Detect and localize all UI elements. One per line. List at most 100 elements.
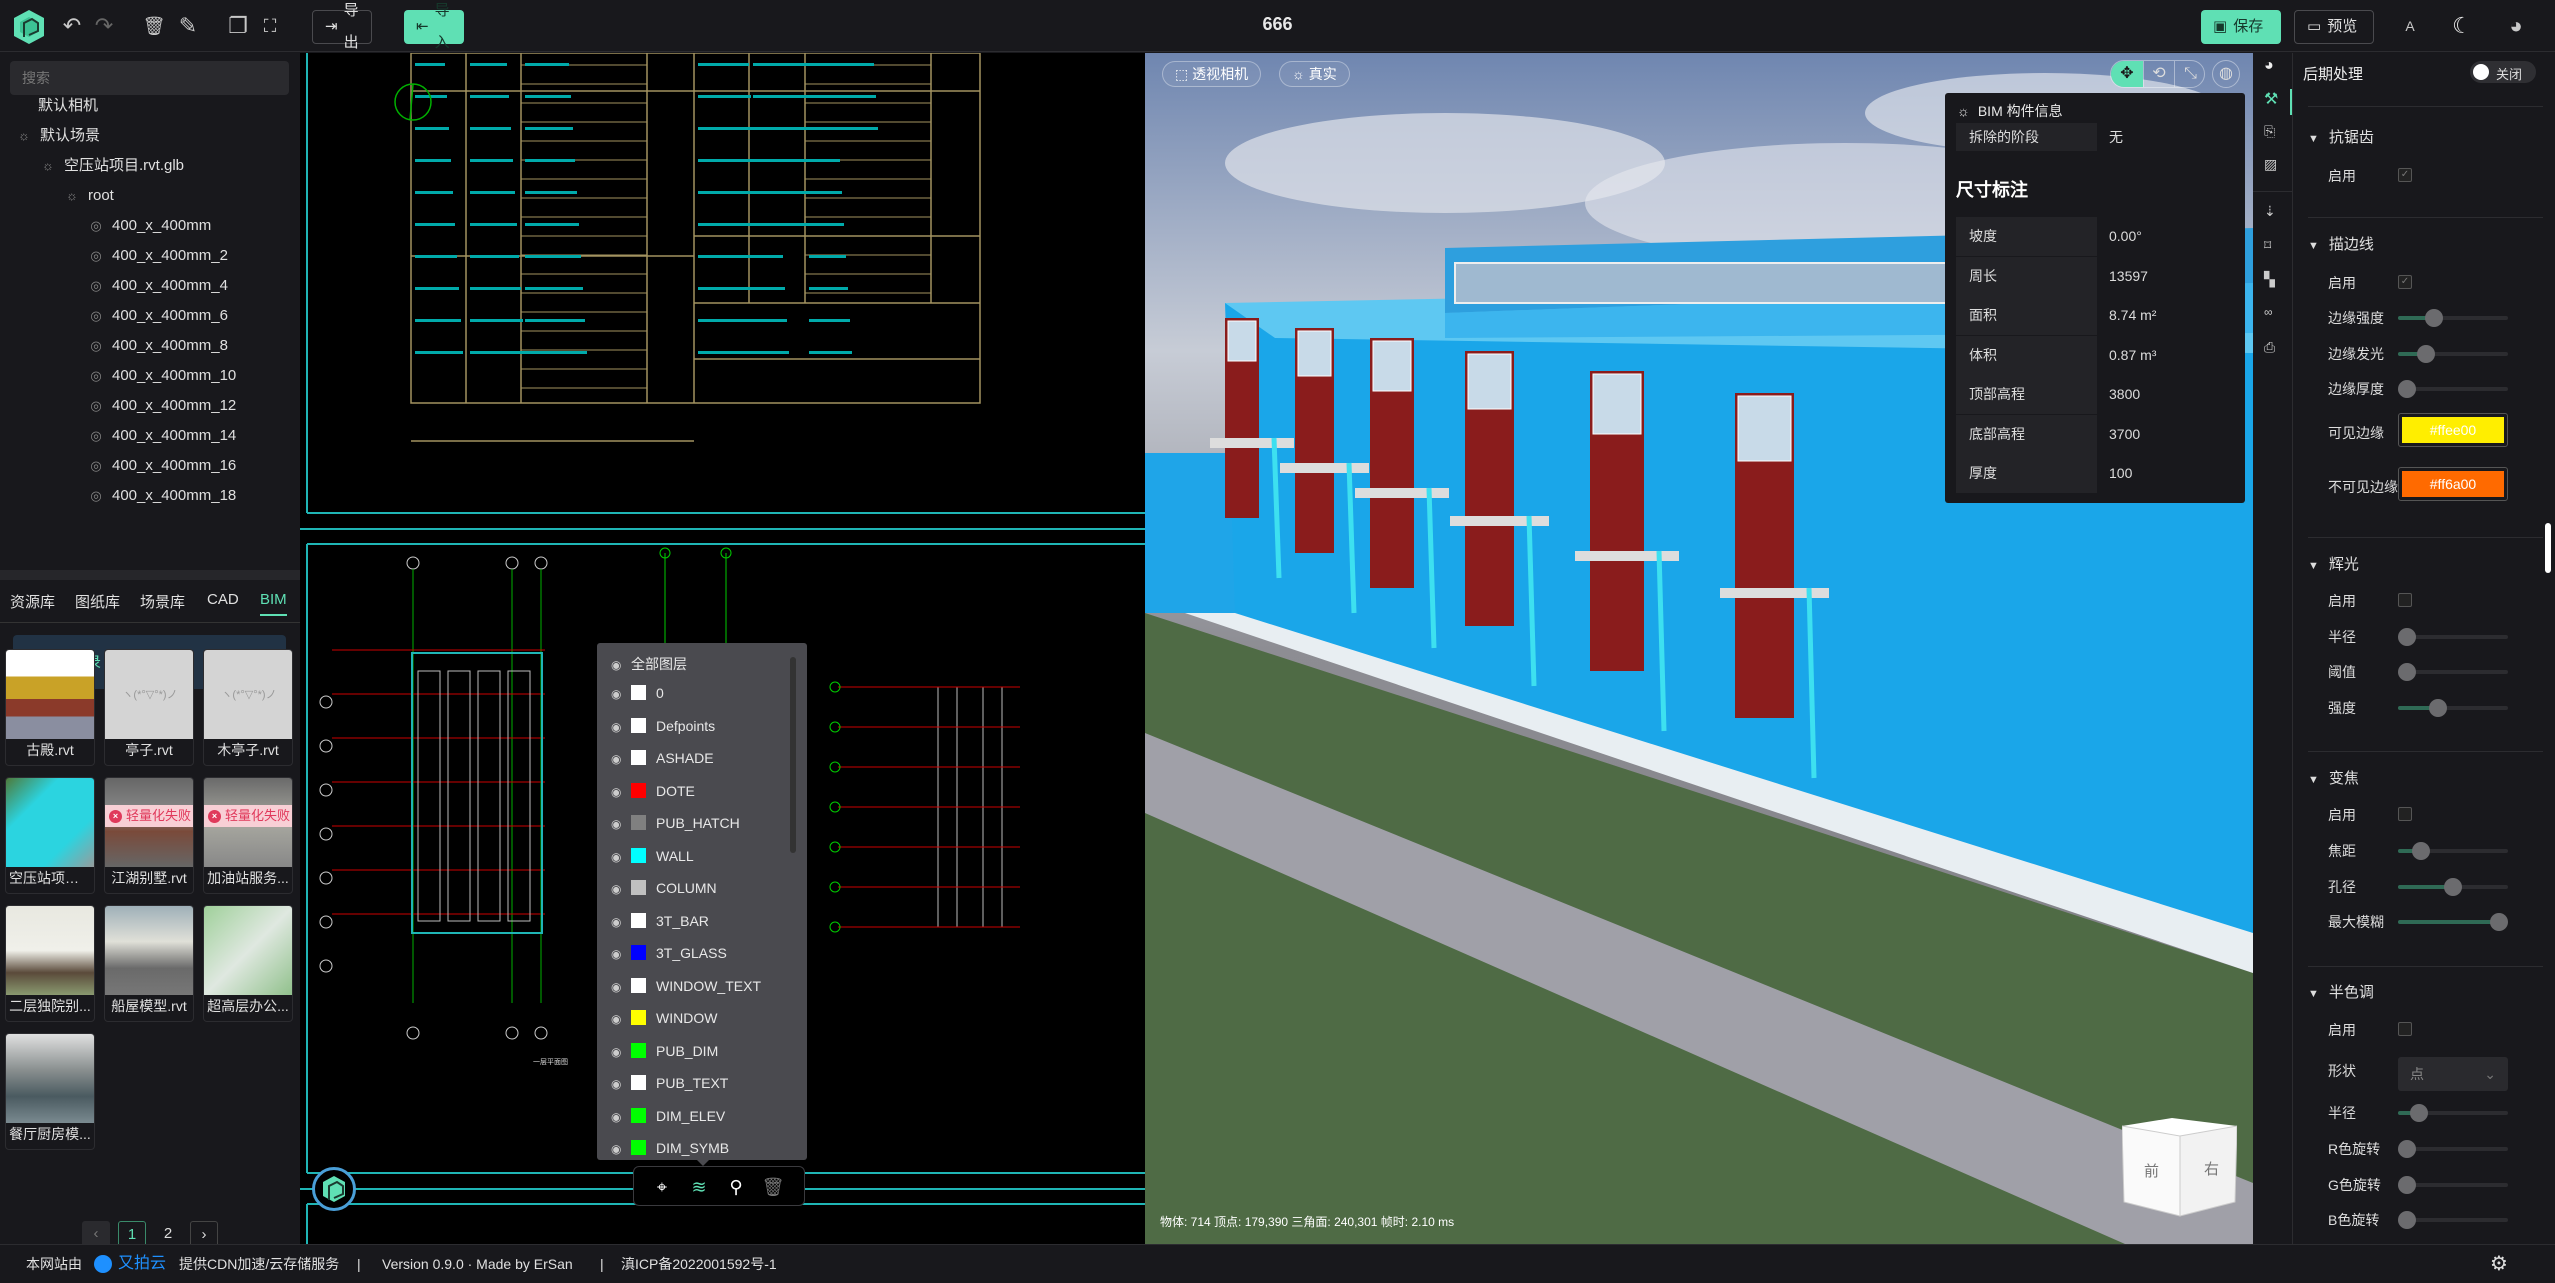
tree-item[interactable]: ◎ 400_x_400mm_12 [86,391,236,421]
model-card[interactable]: 超高层办公... [203,905,293,1022]
eye-icon[interactable]: ◉ [611,1039,627,1065]
brush-icon[interactable]: ✎ [174,12,202,40]
tree-item[interactable]: ☼ 默认场景 [14,121,100,151]
eye-icon[interactable]: ◉ [611,779,627,805]
edge-glow-slider[interactable] [2398,345,2508,363]
tree-item[interactable]: ☼ 空压站项目.rvt.glb [38,151,184,181]
eye-icon[interactable]: ◉ [611,1136,627,1160]
model-card[interactable]: 古殿.rvt [5,649,95,766]
dark-mode-icon[interactable]: ☾ [2448,12,2476,40]
environment-icon[interactable]: ◕ [2264,57,2274,75]
layer-item[interactable]: ◉ 3T_GLASS [611,940,727,966]
halftone-enable-checkbox[interactable] [2398,1022,2412,1036]
section-antialias[interactable]: 抗锯齿 [2308,126,2374,147]
layer-item[interactable]: ◉ WALL [611,843,694,869]
tree-item[interactable]: ◎ 400_x_400mm_6 [86,301,228,331]
slider-thumb[interactable] [2428,699,2447,717]
layer-item[interactable]: ◉ WINDOW [611,1005,717,1031]
slider-thumb[interactable] [2397,663,2416,681]
save-button[interactable]: ▣ 保存 [2201,10,2281,44]
eye-icon[interactable]: ◉ [611,681,627,707]
section-outline[interactable]: 描边线 [2308,233,2374,254]
post-processing-toggle[interactable]: 关闭 [2470,61,2536,83]
pin-icon[interactable]: ⚲ [724,1175,748,1199]
preview-button[interactable]: ▭ 预览 [2294,10,2374,44]
shape-select[interactable]: 点 ⌄ [2398,1057,2508,1091]
tree-item[interactable]: ◎ 400_x_400mm_14 [86,421,236,451]
translate-icon[interactable]: A [2396,12,2424,40]
splitter[interactable] [0,570,300,580]
layer-item[interactable]: ◉ ASHADE [611,745,714,771]
slider-thumb[interactable] [2397,1211,2416,1229]
eye-icon[interactable]: ◉ [611,844,627,870]
app-logo-icon[interactable] [12,9,46,45]
slider-thumb[interactable] [2397,380,2416,398]
eye-icon[interactable]: ◉ [611,876,627,902]
search-input[interactable]: 搜索 [10,61,289,95]
slider-thumb[interactable] [2425,309,2444,327]
model-card[interactable]: ヽ(*°▽°*)ノ 木亭子.rvt [203,649,293,766]
outline-enable-checkbox[interactable]: ✓ [2398,275,2412,289]
slider-thumb[interactable] [2490,913,2509,931]
magic-wand-icon[interactable]: ⚒ [2264,89,2278,109]
eye-icon[interactable]: ◉ [611,811,627,837]
bloom-strength-slider[interactable] [2398,699,2508,717]
globe-icon[interactable]: ◍ [2212,60,2240,88]
edge-strength-slider[interactable] [2398,309,2508,327]
g-rotation-slider[interactable] [2397,1176,2508,1194]
layer-item[interactable]: ◉ PUB_TEXT [611,1070,728,1096]
tree-item[interactable]: ◎ 400_x_400mm_8 [86,331,228,361]
tree-item[interactable]: ◎ 400_x_400mm_16 [86,451,236,481]
rotate-icon[interactable]: ⟲ [2143,61,2174,87]
layer-item[interactable]: ◉ 0 [611,680,664,706]
bloom-radius-slider[interactable] [2397,628,2508,646]
tree-item[interactable]: ◎ 400_x_400mm_10 [86,361,236,391]
cad-logo-button[interactable] [312,1167,356,1211]
code-file-icon[interactable]: ⎙ [2264,339,2275,356]
edge-thickness-slider[interactable] [2397,380,2508,398]
section-bokeh[interactable]: 变焦 [2308,767,2359,788]
slider-thumb[interactable] [2444,878,2462,896]
model-card[interactable]: ヽ(*°▽°*)ノ 亭子.rvt [104,649,194,766]
antialias-enable-checkbox[interactable]: ✓ [2398,168,2412,182]
move-icon[interactable]: ✥ [2111,61,2143,87]
model-card[interactable]: 餐厅厨房模... [5,1033,95,1150]
bloom-threshold-slider[interactable] [2397,663,2508,681]
layer-item[interactable]: ◉ Defpoints [611,713,715,739]
settings-scrollbar[interactable] [2545,523,2551,573]
section-halftone[interactable]: 半色调 [2308,981,2374,1002]
hidden-edge-color-picker[interactable]: #ff6a00 [2398,467,2508,501]
eye-icon[interactable]: ◉ [611,1006,627,1032]
undo-icon[interactable]: ↶ [58,12,86,40]
model-card[interactable]: 空压站项目.... [5,777,95,894]
checker-icon[interactable]: ▚ [2264,271,2275,288]
layer-item[interactable]: ◉ 3T_BAR [611,908,709,934]
eye-icon[interactable]: ◉ [611,1104,627,1130]
eye-icon[interactable]: ◉ [611,652,627,678]
halftone-radius-slider[interactable] [2398,1104,2508,1122]
slider-thumb[interactable] [2409,1104,2428,1122]
slider-thumb[interactable] [2397,1176,2416,1194]
slider-thumb[interactable] [2412,842,2431,860]
model-card[interactable]: × 轻量化失败 江湖别墅.rvt [104,777,194,894]
model-card[interactable]: 二层独院别... [5,905,95,1022]
layers-icon[interactable]: ≋ [687,1175,711,1199]
tab-资源库[interactable]: 资源库 [10,591,55,612]
visible-edge-color-picker[interactable]: #ffee00 [2398,413,2508,447]
slider-thumb[interactable] [2416,345,2435,363]
tab-图纸库[interactable]: 图纸库 [75,591,120,612]
settings-gear-icon[interactable]: ⚙ [2490,1245,2508,1283]
import-button[interactable]: ⇤ 导入 [404,2,464,51]
trash-icon[interactable]: 🗑 [761,1175,785,1199]
tree-item[interactable]: ◎ 400_x_400mm [86,211,211,241]
palette-icon[interactable]: ◕ [2502,12,2530,40]
tab-bim[interactable]: BIM [260,591,287,616]
footer-brand[interactable]: 又拍云 [118,1245,166,1283]
link-icon[interactable]: ∞ [2264,305,2273,319]
camera-mode-button[interactable]: ⬚ 透视相机 [1162,61,1262,87]
eye-icon[interactable]: ◉ [611,1071,627,1097]
all-layers-toggle[interactable]: ◉ 全部图层 [611,651,687,677]
transform-icon[interactable]: ⇣ [2264,203,2276,220]
eye-icon[interactable]: ◉ [611,714,627,740]
clipboard-icon[interactable]: ⎘ [2264,123,2275,140]
